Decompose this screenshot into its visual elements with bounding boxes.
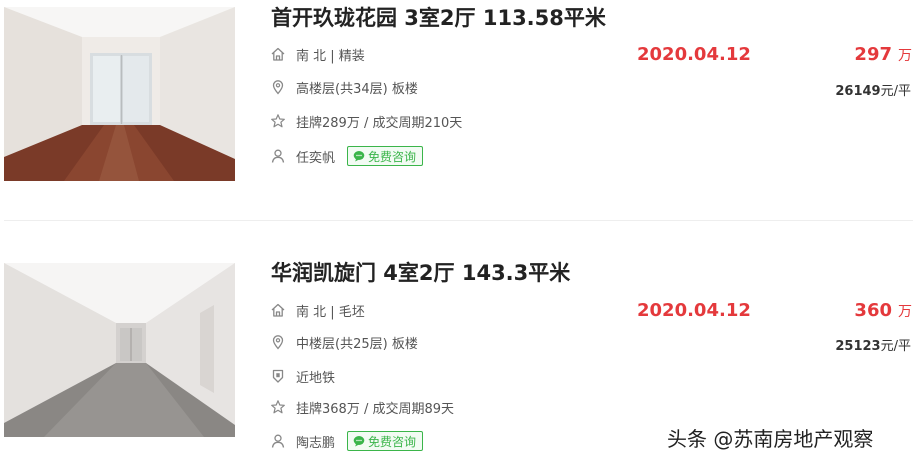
house-icon — [270, 46, 286, 62]
orientation-row: 南 北 | 毛坯 — [270, 300, 365, 320]
tag-text: 近地铁 — [296, 370, 336, 386]
floor-text: 中楼层(共25层) 板楼 — [296, 336, 418, 352]
unit-price-suffix: 元/平 — [880, 84, 911, 99]
total-price-unit: 万 — [898, 48, 912, 64]
orientation-text: 南 北 | 精装 — [296, 48, 365, 64]
deal-date: 2020.04.12 — [637, 300, 751, 321]
total-price-value: 297 — [854, 44, 892, 65]
person-icon — [270, 148, 286, 164]
free-consult-button[interactable]: 免费咨询 — [347, 431, 424, 451]
total-price: 360 万 — [854, 300, 912, 321]
shield-icon — [270, 368, 286, 384]
room-photo-image — [4, 7, 235, 181]
total-price: 297 万 — [854, 44, 912, 65]
tag-row: 近地铁 — [270, 366, 335, 386]
listing-item-1[interactable]: 首开玖珑花园 3室2厅 113.58平米 南 北 | 精装 高楼层(共34层) … — [0, 0, 917, 220]
unit-price: 26149元/平 — [835, 80, 911, 99]
star-icon — [270, 399, 286, 415]
floor-row: 高楼层(共34层) 板楼 — [270, 77, 418, 97]
location-pin-icon — [270, 334, 286, 350]
location-pin-icon — [270, 79, 286, 95]
agent-name[interactable]: 任奕帆 — [296, 147, 335, 166]
deal-date: 2020.04.12 — [637, 44, 751, 65]
floor-row: 中楼层(共25层) 板楼 — [270, 332, 418, 352]
floor-text: 高楼层(共34层) 板楼 — [296, 81, 418, 97]
chat-bubble-icon — [353, 435, 365, 447]
free-consult-button[interactable]: 免费咨询 — [347, 146, 424, 166]
listing-info-row: 挂牌289万 / 成交周期210天 — [270, 111, 462, 131]
agent-row: 任奕帆 免费咨询 — [270, 146, 424, 166]
room-photo-image — [4, 263, 235, 437]
listing-photo-1[interactable] — [4, 7, 235, 181]
chat-bubble-icon — [353, 150, 365, 162]
consult-label: 免费咨询 — [368, 149, 417, 164]
orientation-row: 南 北 | 精装 — [270, 44, 365, 64]
consult-label: 免费咨询 — [368, 434, 417, 449]
listing-title[interactable]: 华润凯旋门 4室2厅 143.3平米 — [271, 261, 570, 285]
orientation-text: 南 北 | 毛坯 — [296, 304, 365, 320]
total-price-value: 360 — [854, 300, 892, 321]
unit-price-suffix: 元/平 — [880, 339, 911, 354]
listing-info-text: 挂牌368万 / 成交周期89天 — [296, 401, 454, 417]
house-icon — [270, 302, 286, 318]
unit-price-value: 25123 — [835, 339, 881, 354]
listing-info-text: 挂牌289万 / 成交周期210天 — [296, 115, 463, 131]
person-icon — [270, 433, 286, 449]
listing-info-row: 挂牌368万 / 成交周期89天 — [270, 397, 454, 417]
total-price-unit: 万 — [898, 304, 912, 320]
unit-price: 25123元/平 — [835, 335, 911, 354]
watermark-text: 头条 @苏南房地产观察 — [667, 427, 874, 451]
agent-name[interactable]: 陶志鹏 — [296, 432, 335, 451]
listing-title[interactable]: 首开玖珑花园 3室2厅 113.58平米 — [271, 6, 606, 30]
unit-price-value: 26149 — [835, 84, 881, 99]
star-icon — [270, 113, 286, 129]
listing-photo-2[interactable] — [4, 263, 235, 437]
agent-row: 陶志鹏 免费咨询 — [270, 431, 424, 451]
